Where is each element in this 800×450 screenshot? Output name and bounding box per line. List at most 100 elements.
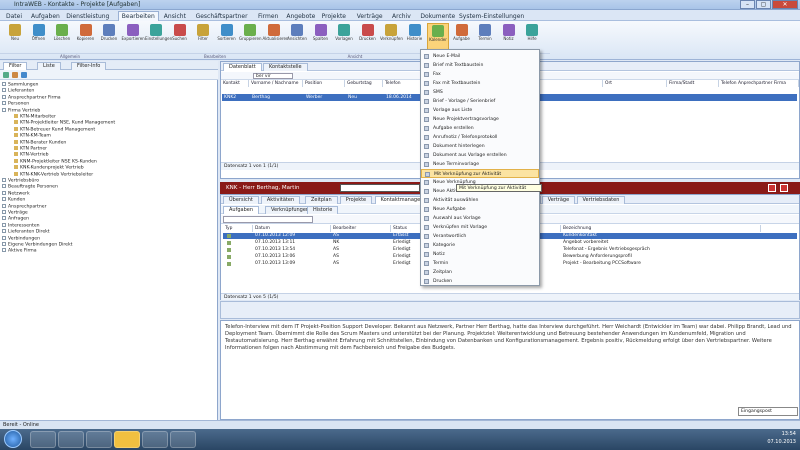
menu-item[interactable]: Termin <box>421 259 539 268</box>
column-header[interactable]: Telefon Anprechpartner Firma <box>719 80 799 87</box>
menu-item[interactable]: Verknüpfen mit Vorlage <box>421 223 539 232</box>
ribbon-button[interactable]: Gruppieren <box>239 23 261 51</box>
expand-icon[interactable] <box>2 229 6 234</box>
tree-node[interactable]: Ansprechpartner <box>2 203 46 210</box>
detail-pin-icon[interactable] <box>780 184 788 192</box>
menu-item[interactable]: Neue Terminvorlage <box>421 160 539 169</box>
column-header[interactable]: Firma/Stadt <box>667 80 719 87</box>
menu-item[interactable]: Neue Aufgabe <box>421 205 539 214</box>
left-tab[interactable]: Filter <box>3 62 28 70</box>
expand-icon[interactable] <box>2 82 6 86</box>
expand-icon[interactable] <box>2 190 6 195</box>
tree-node[interactable]: Ansprechpartner Firma <box>2 94 61 101</box>
expand-icon[interactable] <box>2 94 6 99</box>
ribbon-button[interactable]: Vorlagen <box>333 23 355 51</box>
tree-node[interactable]: KTN-Mitarbeiter <box>14 114 56 120</box>
menu-item[interactable]: Fax mit Textbaustein <box>421 79 539 88</box>
menu-item[interactable]: Vorlage aus Liste <box>421 106 539 115</box>
tree-node[interactable]: Lieferanten <box>2 88 34 94</box>
tree-node[interactable]: Aktive Firma <box>2 248 37 254</box>
column-header[interactable]: Datum <box>253 225 331 232</box>
menu-item[interactable]: Zeitplan <box>421 268 539 277</box>
taskbar-app-word[interactable] <box>86 431 112 448</box>
taskbar-app-excel[interactable] <box>170 431 196 448</box>
ribbon-button[interactable]: Löschen <box>51 23 73 51</box>
expand-icon[interactable] <box>2 197 6 202</box>
tree-node[interactable]: Netzwerk <box>2 190 30 197</box>
grid-tab[interactable]: Kontaktstelle <box>263 63 308 71</box>
detail-tab[interactable]: Verträge <box>541 196 576 204</box>
ribbon-button[interactable]: Exportieren <box>122 23 145 51</box>
tree-node[interactable]: KTN-Projektleiter NSE, Kund Management <box>14 120 115 126</box>
detail-tab[interactable]: Projekte <box>339 196 373 204</box>
tree-node[interactable]: KTN-KM-Team <box>14 133 51 139</box>
maximize-button[interactable]: ▢ <box>756 0 771 9</box>
close-button[interactable]: ✕ <box>772 0 798 9</box>
column-header[interactable]: Ort <box>603 80 667 87</box>
column-header[interactable]: Geburtstag <box>345 80 383 87</box>
ribbon-button[interactable]: Kalender <box>427 23 449 51</box>
ribbon-button[interactable]: Aufgabe <box>451 23 473 51</box>
filter-icon[interactable] <box>21 72 27 78</box>
menu-item[interactable]: Drucken <box>421 277 539 286</box>
expand-icon[interactable] <box>2 101 6 106</box>
menu-item[interactable]: Brief - Vorlage / Serienbrief <box>421 97 539 106</box>
ribbon-button[interactable]: Drucken <box>98 23 120 51</box>
detail-close-icon[interactable] <box>768 184 776 192</box>
ribbon-button[interactable]: Verknüpfen <box>380 23 403 51</box>
tree-node[interactable]: Lieferanten Direkt <box>2 229 50 235</box>
notification-popup[interactable]: Eingangspost <box>738 407 798 416</box>
expand-icon[interactable] <box>2 88 6 93</box>
column-header[interactable]: Bezeichnung <box>561 225 761 232</box>
ribbon-button[interactable]: Einstellungen <box>145 23 172 51</box>
filter-input[interactable]: ber vir <box>253 73 293 79</box>
menu-item[interactable]: Neue E-Mail <box>421 52 539 61</box>
expand-icon[interactable] <box>2 222 6 227</box>
menu-tab[interactable]: Verträge <box>353 11 387 21</box>
column-header[interactable]: Typ <box>223 225 253 232</box>
detail-subtab[interactable]: Aufgaben <box>223 206 260 214</box>
tree-node[interactable]: Eigene Verbindungen Direkt <box>2 242 72 248</box>
tree-node[interactable]: Anfragen <box>2 216 29 222</box>
grid-tab[interactable]: Datenblatt <box>223 63 262 71</box>
detail-subtab[interactable]: Historie <box>307 206 339 214</box>
taskbar-app-firefox[interactable] <box>58 431 84 448</box>
menu-tab[interactable]: Angebote <box>282 11 319 21</box>
folder-icon[interactable] <box>12 72 18 78</box>
menu-tab[interactable]: Archiv <box>388 11 415 21</box>
ribbon-button[interactable]: Hilfe <box>521 23 543 51</box>
ribbon-button[interactable]: Spalten <box>310 23 332 51</box>
expand-icon[interactable] <box>2 248 6 253</box>
tree-node[interactable]: KTN-Vertrieb <box>14 152 49 158</box>
menu-item[interactable]: Dokument aus Vorlage erstellen <box>421 151 539 160</box>
taskbar-app-crm[interactable] <box>114 431 140 448</box>
ribbon-button[interactable]: Neu <box>4 23 26 51</box>
tree-node[interactable]: KTN Partner <box>14 146 47 152</box>
ribbon-button[interactable]: Notiz <box>498 23 520 51</box>
expand-icon[interactable] <box>2 203 6 208</box>
menu-item[interactable]: SMS <box>421 88 539 97</box>
column-header[interactable]: Vorname / Nachname <box>249 80 303 87</box>
tree-node[interactable]: Sammlungen <box>2 82 38 88</box>
menu-tab[interactable]: Geschäftspartner <box>192 11 252 21</box>
menu-item[interactable]: Aktivität auswählen <box>421 196 539 205</box>
expand-icon[interactable] <box>2 107 6 112</box>
ribbon-button[interactable]: Öffnen <box>28 23 50 51</box>
ribbon-button[interactable]: Suchen <box>169 23 191 51</box>
column-header[interactable]: Position <box>303 80 345 87</box>
menu-item[interactable]: Auswahl aus Vorlage <box>421 214 539 223</box>
tree-node[interactable]: Vertriebsbüro <box>2 178 39 184</box>
tree-node[interactable]: KNM-Projektleiter NSE KS-Kunden <box>14 158 97 165</box>
column-header[interactable]: Kontakt <box>221 80 249 87</box>
detail-tab[interactable]: Aktivitäten <box>260 196 301 204</box>
detail-tab[interactable]: Übersicht <box>223 196 259 204</box>
menu-item[interactable]: Brief mit Textbaustein <box>421 61 539 70</box>
expand-icon[interactable] <box>2 210 6 214</box>
taskbar-app-explorer[interactable] <box>30 431 56 448</box>
menu-tab[interactable]: Datei <box>2 11 26 21</box>
tree-node[interactable]: KTN-Berater Kunden <box>14 139 66 146</box>
expand-icon[interactable] <box>2 216 6 221</box>
menu-item[interactable]: Dokument hinterlegen <box>421 142 539 151</box>
view-select[interactable] <box>223 216 313 223</box>
tree-node[interactable]: Verbindungen <box>2 235 40 242</box>
